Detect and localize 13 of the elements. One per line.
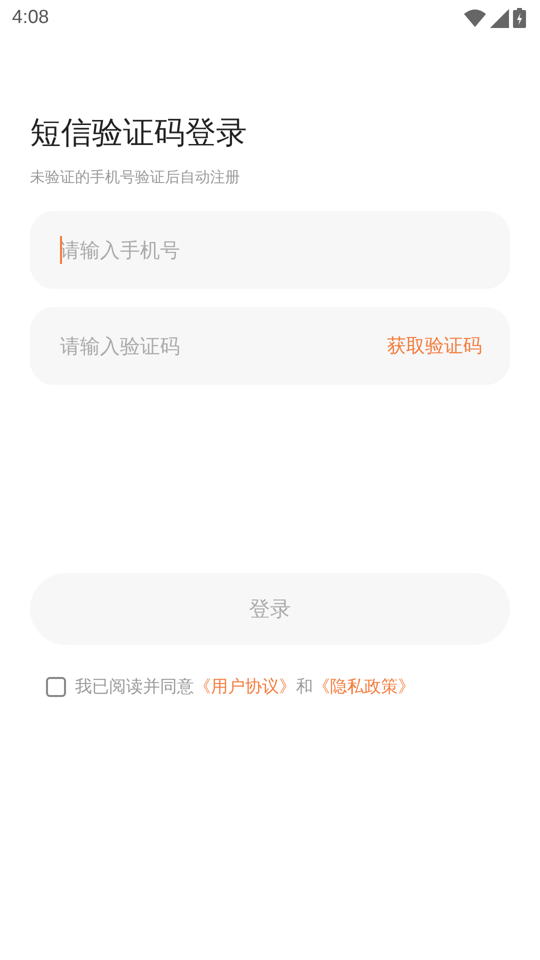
wifi-icon bbox=[464, 9, 486, 27]
battery-icon bbox=[513, 8, 526, 28]
status-time: 4:08 bbox=[12, 7, 49, 29]
policy-link[interactable]: 《隐私政策》 bbox=[313, 677, 415, 697]
agreement-text: 我已阅读并同意《用户协议》和《隐私政策》 bbox=[75, 676, 415, 698]
policy-link[interactable]: 《用户协议》 bbox=[194, 677, 296, 697]
agreement-checkbox[interactable] bbox=[46, 676, 66, 696]
subtitle: 未验证的手机号验证后自动注册 bbox=[30, 168, 241, 187]
page-title: 短信验证码登录 bbox=[30, 114, 248, 153]
signal-icon bbox=[490, 8, 509, 28]
text-cursor bbox=[60, 236, 62, 264]
get-code-link[interactable]: 获取验证码 bbox=[387, 333, 482, 359]
phone-input-field[interactable]: 请输入手机号 bbox=[30, 211, 510, 289]
